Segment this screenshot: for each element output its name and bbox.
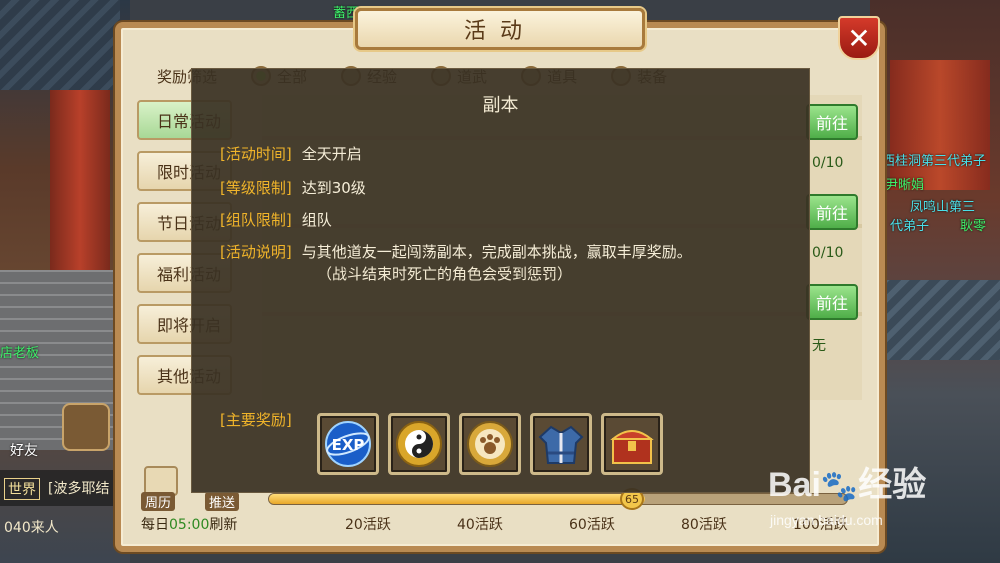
penalty-note: （战斗结束时死亡的角色会受到惩罚） — [317, 265, 573, 283]
calendar-label[interactable]: 周历 — [141, 492, 176, 511]
robe-icon[interactable] — [530, 413, 592, 475]
panel-title: 活动 — [355, 8, 645, 50]
exp-icon[interactable]: EXP — [317, 413, 379, 475]
push-label[interactable]: 推送 — [205, 492, 240, 511]
activity-progress-fill — [269, 494, 645, 504]
npc-name-right-4[interactable]: 代弟子 — [890, 215, 929, 234]
go-button[interactable]: 前往 — [806, 104, 858, 140]
chat-bubble-icon-frame — [62, 403, 110, 451]
info-label: [组队限制] — [220, 211, 292, 229]
building-left — [50, 90, 110, 270]
npc-name-right-1[interactable]: 西桂洞第三代弟子 — [882, 150, 986, 169]
daily-refresh: 每日05:00刷新 — [141, 517, 238, 533]
baidu-watermark-url: jingyan.baidu.com — [770, 512, 883, 528]
npc-name-right-5[interactable]: 耿零 — [960, 215, 986, 234]
activity-count: 0/10 — [812, 155, 844, 171]
paw-logo-icon: 🐾 — [820, 470, 859, 503]
count-column: 0/10 0/10 无 — [812, 155, 862, 425]
milestone-label: 40活跃 — [457, 517, 503, 533]
info-value: 组队 — [301, 211, 332, 229]
roof-left — [0, 0, 120, 90]
npc-name-right-2[interactable]: 尹晰娟 — [885, 174, 924, 193]
info-row-team: [组队限制] 组队 — [220, 209, 332, 230]
treasure-chest-icon[interactable] — [601, 413, 663, 475]
yin-yang-icon[interactable] — [388, 413, 450, 475]
npc-name-left[interactable]: 店老板 — [0, 342, 39, 361]
milestone-label: 20活跃 — [345, 517, 391, 533]
close-button[interactable]: ✕ — [838, 16, 880, 60]
svg-text:EXP: EXP — [332, 436, 365, 454]
friend-label[interactable]: 好友 — [10, 440, 38, 460]
online-count: 040来人 — [4, 520, 59, 536]
popup-title: 副本 — [482, 95, 519, 116]
info-row-time: [活动时间] 全天开启 — [220, 143, 362, 164]
info-label: [等级限制] — [220, 179, 292, 197]
chat-bubble-icon[interactable] — [62, 403, 110, 451]
chat-channel-tag[interactable]: 世界 — [4, 478, 40, 500]
baidu-watermark: Bai🐾经验 — [768, 466, 927, 504]
reward-label: [主要奖励] — [220, 411, 292, 429]
building-right — [890, 60, 990, 190]
activity-count: 无 — [812, 338, 826, 354]
info-value: 与其他道友一起闯荡副本，完成副本挑战，赢取丰厚奖励。 — [301, 243, 692, 261]
milestone-label: 60活跃 — [569, 517, 615, 533]
npc-name-right-3[interactable]: 凤鸣山第三 — [910, 196, 975, 215]
info-value: 达到30级 — [301, 179, 366, 197]
info-label: [活动说明] — [220, 243, 292, 261]
info-row-level: [等级限制] 达到30级 — [220, 177, 366, 198]
roof-right — [870, 280, 1000, 360]
dungeon-info-popup[interactable]: 副本 [活动时间] 全天开启 [等级限制] 达到30级 [组队限制] 组队 [活动说明… — [191, 68, 810, 493]
chat-message: [波多耶结 — [48, 481, 110, 497]
info-row-desc: [活动说明] 与其他道友一起闯荡副本，完成副本挑战，赢取丰厚奖励。 — [220, 241, 692, 262]
activity-count: 0/10 — [812, 245, 844, 261]
paw-badge-icon[interactable] — [459, 413, 521, 475]
info-label: [活动时间] — [220, 145, 292, 163]
info-value: 全天开启 — [301, 145, 362, 163]
activity-progress-bar — [268, 493, 848, 505]
